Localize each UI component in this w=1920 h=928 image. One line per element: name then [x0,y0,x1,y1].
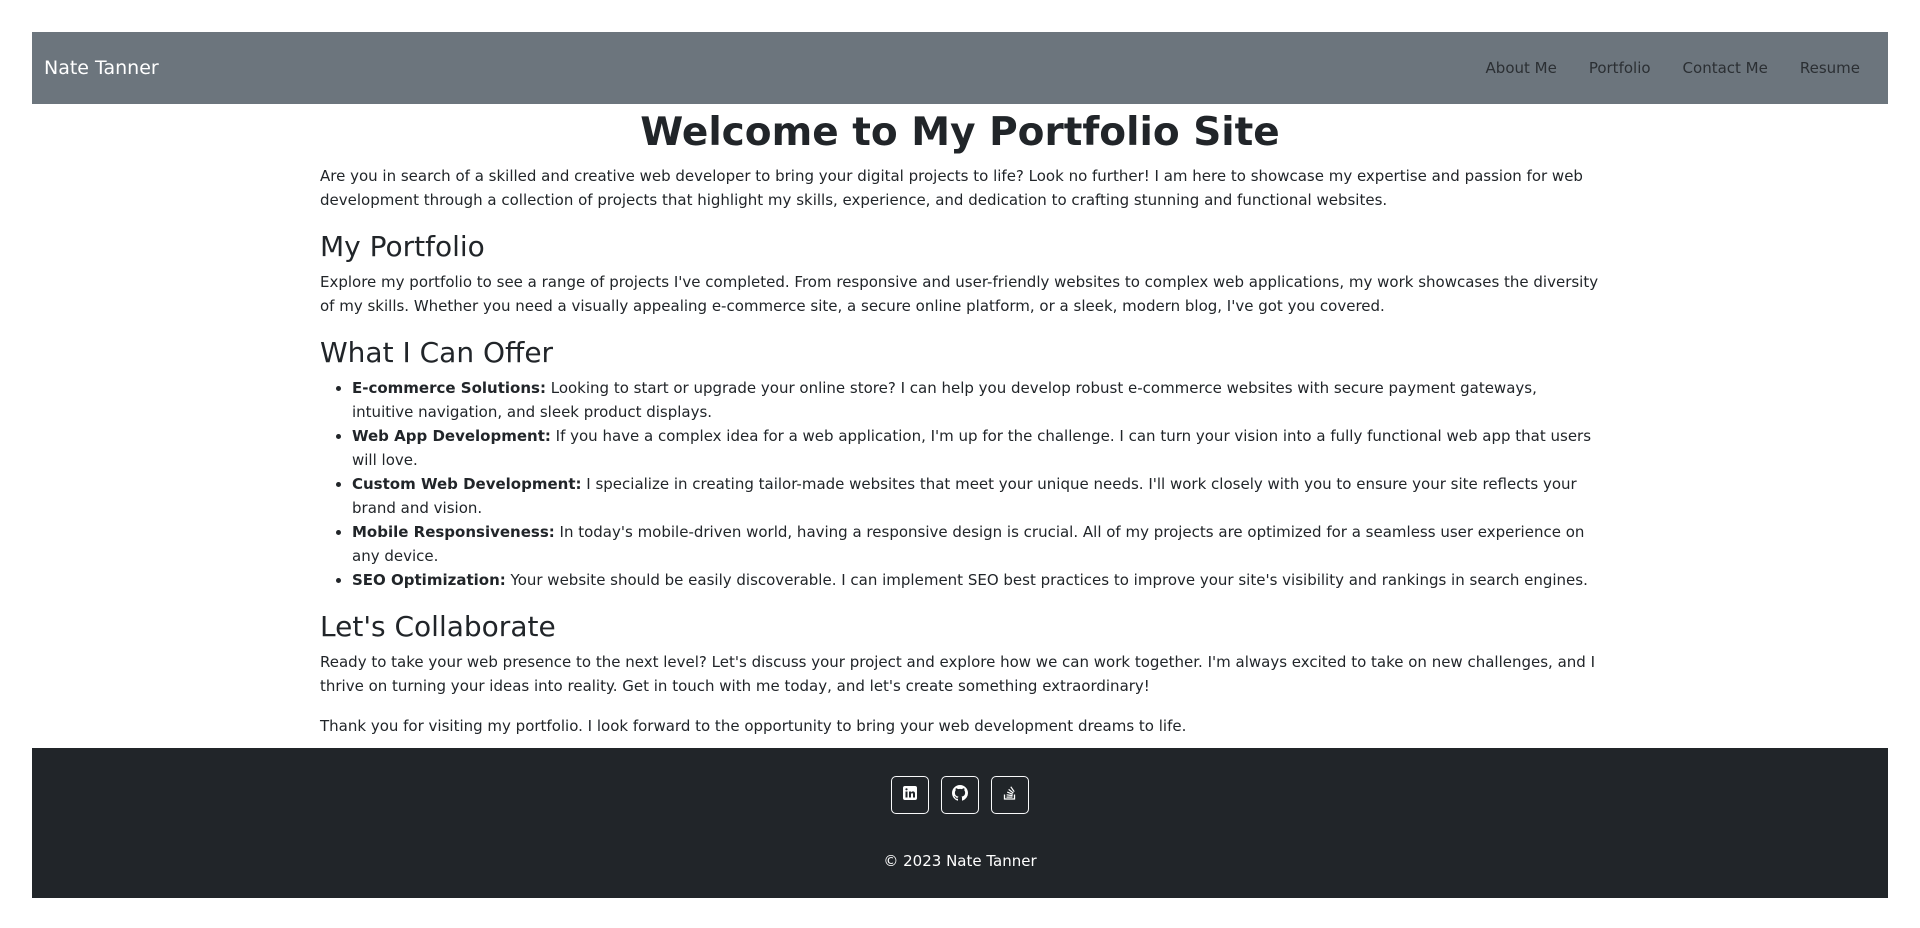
offer-heading: What I Can Offer [320,336,554,369]
intro-text: Are you in search of a skilled and creat… [320,167,1583,209]
nav-link-portfolio[interactable]: Portfolio [1589,59,1651,77]
navbar: Nate Tanner About Me Portfolio Contact M… [32,32,1888,104]
page: Nate Tanner About Me Portfolio Contact M… [32,32,1888,898]
offer-text: Your website should be easily discoverab… [505,571,1588,589]
list-item: Custom Web Development: I specialize in … [352,472,1600,520]
offer-term: Custom Web Development: [352,475,582,493]
portfolio-text: Explore my portfolio to see a range of p… [320,273,1599,315]
list-item: Mobile Responsiveness: In today's mobile… [352,520,1600,568]
offer-list: E-commerce Solutions: Looking to start o… [320,376,1600,592]
copyright-text: © 2023 Nate Tanner [883,852,1037,870]
linkedin-icon [902,785,918,805]
collaborate-heading: Let's Collaborate [320,610,556,643]
github-icon [952,785,968,805]
offer-term: Mobile Responsiveness: [352,523,555,541]
list-item: Web App Development: If you have a compl… [352,424,1600,472]
nav-links: About Me Portfolio Contact Me Resume [1454,59,1860,77]
list-item: SEO Optimization: Your website should be… [352,568,1600,592]
offer-term: Web App Development: [352,427,551,445]
github-button[interactable] [941,776,979,814]
stack-overflow-icon [1002,785,1018,805]
nav-link-resume[interactable]: Resume [1800,59,1860,77]
linkedin-button[interactable] [891,776,929,814]
thanks-text: Thank you for visiting my portfolio. I l… [320,717,1187,735]
offer-term: SEO Optimization: [352,571,506,589]
nav-link-about-me[interactable]: About Me [1486,59,1557,77]
collaborate-text: Ready to take your web presence to the n… [320,653,1595,695]
portfolio-heading: My Portfolio [320,230,485,263]
offer-term: E-commerce Solutions: [352,379,546,397]
social-links [885,776,1035,814]
main-content: Welcome to My Portfolio Site Are you in … [312,106,1608,738]
nav-link-contact-me[interactable]: Contact Me [1683,59,1768,77]
stack-overflow-button[interactable] [991,776,1029,814]
page-title: Welcome to My Portfolio Site [640,110,1280,155]
brand-link[interactable]: Nate Tanner [44,57,159,79]
list-item: E-commerce Solutions: Looking to start o… [352,376,1600,424]
footer: © 2023 Nate Tanner [32,748,1888,898]
